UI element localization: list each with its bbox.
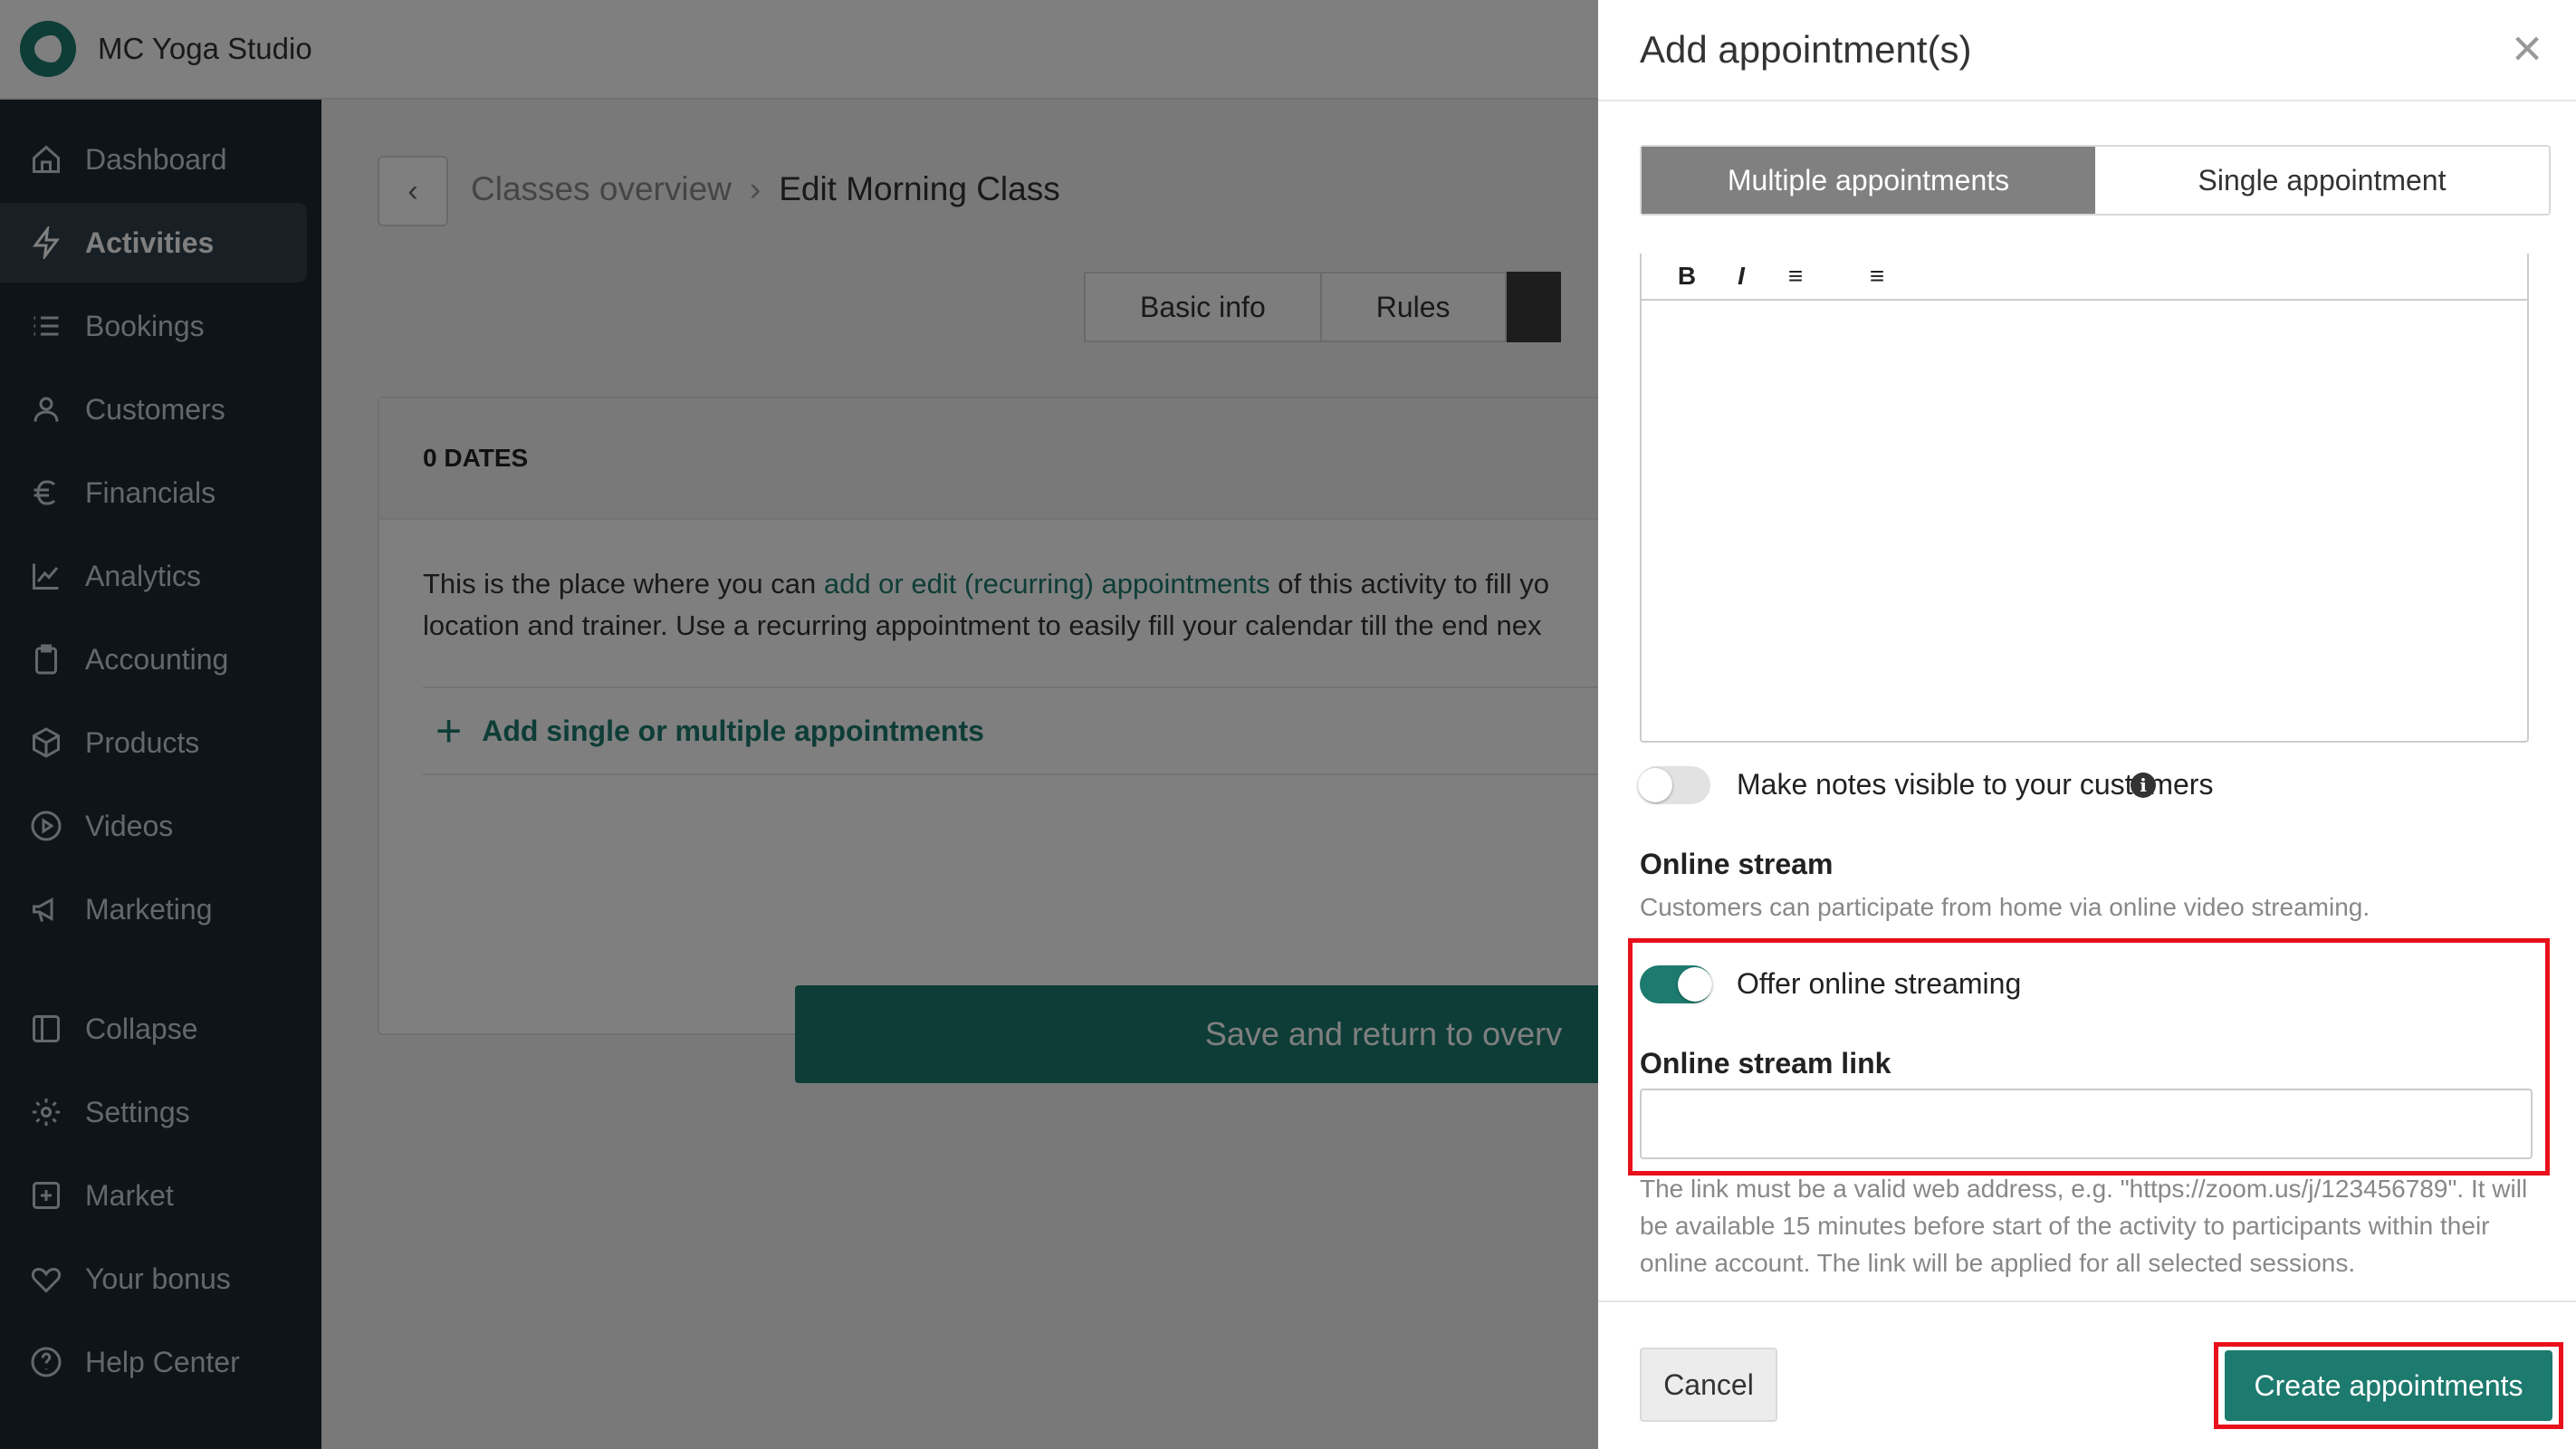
drawer-footer: Cancel Create appointments: [1598, 1300, 2576, 1449]
add-appointment-drawer: Add appointment(s) × Multiple appointmen…: [1598, 0, 2576, 1449]
online-streaming-toggle[interactable]: [1640, 965, 1712, 1003]
multiple-appointments-tab[interactable]: Multiple appointments: [1642, 147, 2095, 214]
italic-icon[interactable]: I: [1723, 262, 1759, 291]
cancel-button[interactable]: Cancel: [1640, 1348, 1777, 1422]
bold-icon[interactable]: B: [1669, 262, 1705, 291]
close-icon[interactable]: ×: [2504, 23, 2551, 75]
stream-link-help: The link must be a valid web address, e.…: [1640, 1175, 2528, 1277]
online-stream-title: Online stream: [1640, 848, 1834, 880]
appointment-type-toggle: Multiple appointments Single appointment: [1640, 145, 2551, 216]
notes-editor[interactable]: [1640, 301, 2529, 743]
online-streaming-label: Offer online streaming: [1737, 967, 2022, 1000]
stream-link-label: Online stream link: [1640, 1047, 1891, 1080]
numbered-list-icon[interactable]: ≡: [1859, 262, 1895, 291]
modal-backdrop[interactable]: [0, 0, 1598, 1449]
online-stream-description: Customers can participate from home via …: [1640, 893, 2370, 921]
single-appointment-tab[interactable]: Single appointment: [2095, 147, 2549, 214]
stream-link-input[interactable]: [1640, 1089, 2533, 1159]
info-icon[interactable]: i: [2131, 772, 2156, 798]
bullet-list-icon[interactable]: ≡: [1777, 262, 1814, 291]
notes-visibility-toggle[interactable]: [1638, 766, 1710, 804]
editor-toolbar: B I ≡ ≡: [1640, 254, 2529, 301]
create-appointments-button[interactable]: Create appointments: [2225, 1350, 2552, 1421]
drawer-title: Add appointment(s): [1640, 28, 1972, 71]
toggle-knob: [1638, 768, 1672, 802]
drawer-header: Add appointment(s) ×: [1598, 0, 2576, 101]
toggle-knob: [1678, 967, 1712, 1002]
